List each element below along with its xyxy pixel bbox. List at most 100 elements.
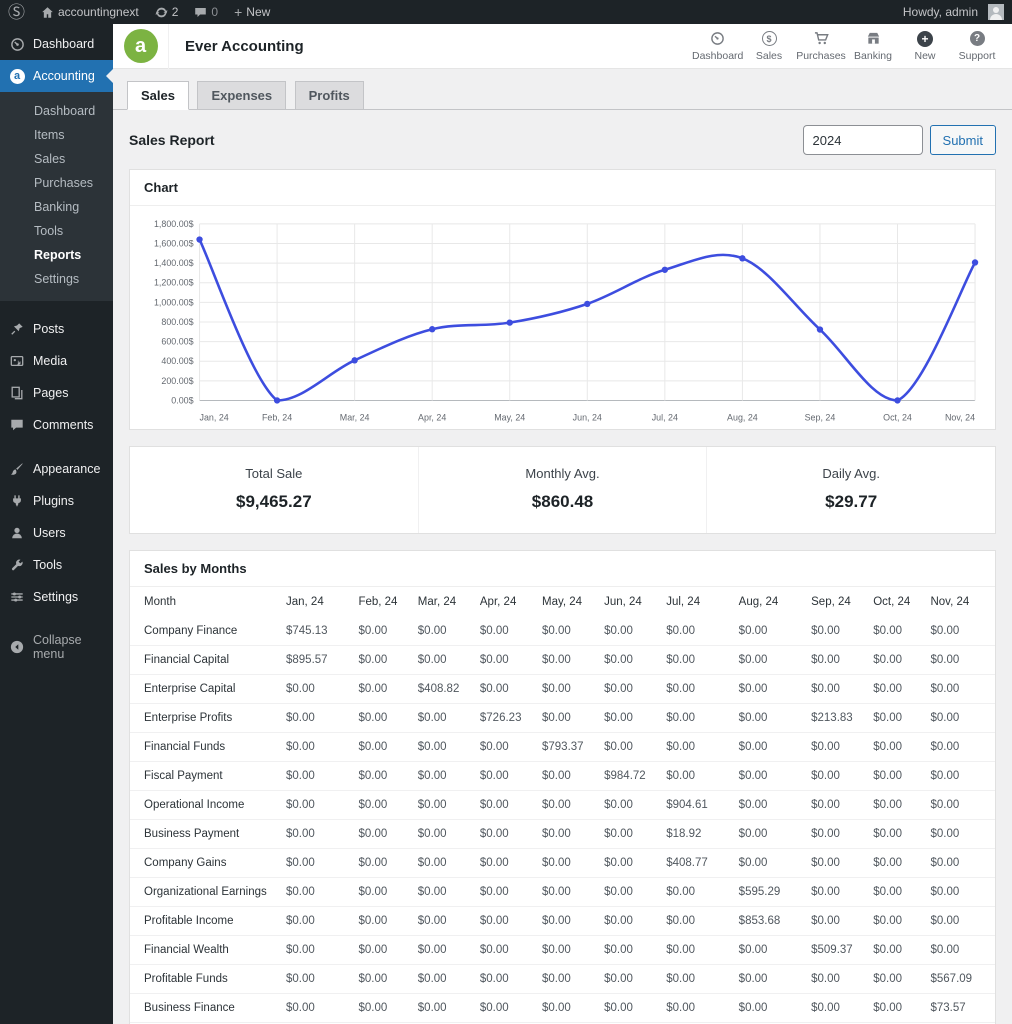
svg-text:1,800.00$: 1,800.00$ <box>154 219 194 229</box>
cell-value: $0.00 <box>409 732 472 763</box>
nav-support[interactable]: ? Support <box>952 26 1002 66</box>
cell-value: $0.00 <box>922 617 995 647</box>
my-account[interactable]: Howdy, admin <box>895 0 1012 24</box>
stat-monthly-avg: Monthly Avg. $860.48 <box>417 447 707 534</box>
submenu-item-dashboard[interactable]: Dashboard <box>0 99 113 123</box>
cell-value: $0.00 <box>730 761 804 792</box>
update-icon <box>155 6 168 19</box>
table-row: Company Gains $0.00 $0.00 $0.00 $0.00 $0.00 $0… <box>130 848 995 879</box>
cell-value: $0.00 <box>922 732 995 763</box>
updates[interactable]: 2 <box>147 0 187 24</box>
tab-expenses[interactable]: Expenses <box>197 81 287 110</box>
site-link[interactable]: accountingnext <box>33 0 147 24</box>
cell-value: $0.00 <box>730 964 804 995</box>
cell-value: $0.00 <box>596 993 659 1024</box>
table-row: Profitable Funds $0.00 $0.00 $0.00 $0.00 $0.0… <box>130 964 995 995</box>
sidebar-item-appearance[interactable]: Appearance <box>0 453 113 485</box>
cell-value: $0.00 <box>278 703 351 734</box>
updates-count: 2 <box>171 5 179 19</box>
wp-admin-bar: Ⓢ accountingnext 2 0 + New Howdy, admin <box>0 0 1012 24</box>
cell-value: $0.00 <box>865 703 923 734</box>
submenu-item-items[interactable]: Items <box>0 123 113 147</box>
sidebar-item-label: Users <box>33 526 66 540</box>
cell-value: $0.00 <box>471 848 534 879</box>
sliders-icon <box>9 589 25 605</box>
year-input[interactable] <box>802 125 923 155</box>
nav-purchases[interactable]: Purchases <box>796 26 846 66</box>
dollar-circle-icon: $ <box>744 30 794 47</box>
dashboard-icon <box>692 30 742 47</box>
cell-value: $0.00 <box>278 819 351 850</box>
cell-value: $0.00 <box>534 703 597 734</box>
accounting-logo-icon: a <box>9 68 25 84</box>
submenu-item-sales[interactable]: Sales <box>0 147 113 171</box>
cell-value: $0.00 <box>409 993 472 1024</box>
new-content[interactable]: + New <box>226 0 278 24</box>
collapse-menu-button[interactable]: Collapse menu <box>0 625 113 669</box>
cell-value: $0.00 <box>278 993 351 1024</box>
bank-icon <box>848 30 898 47</box>
tab-sales[interactable]: Sales <box>127 81 189 110</box>
sidebar-item-accounting[interactable]: a Accounting <box>0 60 113 92</box>
nav-new[interactable]: + New <box>900 26 950 66</box>
table-row: Business Payment $0.00 $0.00 $0.00 $0.00 $0.0… <box>130 819 995 850</box>
submenu-item-settings[interactable]: Settings <box>0 267 113 291</box>
row-label: Business Finance <box>130 993 278 1024</box>
cell-value: $0.00 <box>658 993 731 1024</box>
cell-value: $0.00 <box>865 993 923 1024</box>
wp-logo[interactable]: Ⓢ <box>0 0 33 24</box>
cell-value: $0.00 <box>278 674 351 705</box>
cell-value: $0.00 <box>409 964 472 995</box>
submenu-item-banking[interactable]: Banking <box>0 195 113 219</box>
cell-value: $0.00 <box>350 617 410 647</box>
sidebar-item-settings[interactable]: Settings <box>0 581 113 613</box>
cell-value: $0.00 <box>409 617 472 647</box>
submenu-item-purchases[interactable]: Purchases <box>0 171 113 195</box>
sidebar-item-plugins[interactable]: Plugins <box>0 485 113 517</box>
stat-total-sale: Total Sale $9,465.27 <box>130 447 418 533</box>
cell-value: $0.00 <box>350 674 410 705</box>
cell-value: $0.00 <box>803 617 866 647</box>
sidebar-item-users[interactable]: Users <box>0 517 113 549</box>
sidebar-item-tools[interactable]: Tools <box>0 549 113 581</box>
submenu-item-tools[interactable]: Tools <box>0 219 113 243</box>
row-label: Business Payment <box>130 819 278 850</box>
cell-value: $0.00 <box>922 674 995 705</box>
cell-value: $0.00 <box>471 732 534 763</box>
cell-value: $0.00 <box>350 877 410 908</box>
sidebar-item-posts[interactable]: Posts <box>0 313 113 345</box>
cell-value: $0.00 <box>922 790 995 821</box>
tab-profits[interactable]: Profits <box>294 81 364 110</box>
cart-icon <box>796 30 846 47</box>
nav-dashboard[interactable]: Dashboard <box>692 26 743 66</box>
nav-banking[interactable]: Banking <box>848 26 898 66</box>
nav-sales[interactable]: $ Sales <box>744 26 794 66</box>
cell-value: $0.00 <box>471 993 534 1024</box>
cell-value: $853.68 <box>730 906 804 937</box>
cell-value: $0.00 <box>803 819 866 850</box>
sidebar-item-comments[interactable]: Comments <box>0 409 113 441</box>
submit-button[interactable]: Submit <box>929 125 996 155</box>
cell-value: $0.00 <box>471 645 534 676</box>
cell-value: $0.00 <box>922 761 995 792</box>
table-row: Business Finance $0.00 $0.00 $0.00 $0.00 $0.0… <box>130 993 995 1024</box>
svg-text:400.00$: 400.00$ <box>161 356 193 366</box>
cell-value: $0.00 <box>658 877 731 908</box>
cell-value: $0.00 <box>865 848 923 879</box>
sidebar-item-pages[interactable]: Pages <box>0 377 113 409</box>
nav-label: Purchases <box>796 50 846 62</box>
cell-value: $0.00 <box>534 645 597 676</box>
table-row: Financial Wealth $0.00 $0.00 $0.00 $0.00 $0.0… <box>130 935 995 966</box>
svg-text:1,600.00$: 1,600.00$ <box>154 239 194 249</box>
comments[interactable]: 0 <box>186 0 226 24</box>
sidebar-item-dashboard[interactable]: Dashboard <box>0 28 113 60</box>
cell-value: $509.37 <box>803 935 866 966</box>
cell-value: $0.00 <box>409 819 472 850</box>
submenu-item-reports[interactable]: Reports <box>0 243 113 267</box>
column-header: Apr, 24 <box>479 596 517 609</box>
row-label: Company Finance <box>130 617 278 647</box>
cell-value: $0.00 <box>803 790 866 821</box>
sales-by-months-card: Sales by Months Month Jan, 24 Feb, 24 Mar, … <box>129 550 996 1024</box>
sidebar-item-media[interactable]: Media <box>0 345 113 377</box>
column-header: Jun, 24 <box>604 596 642 609</box>
